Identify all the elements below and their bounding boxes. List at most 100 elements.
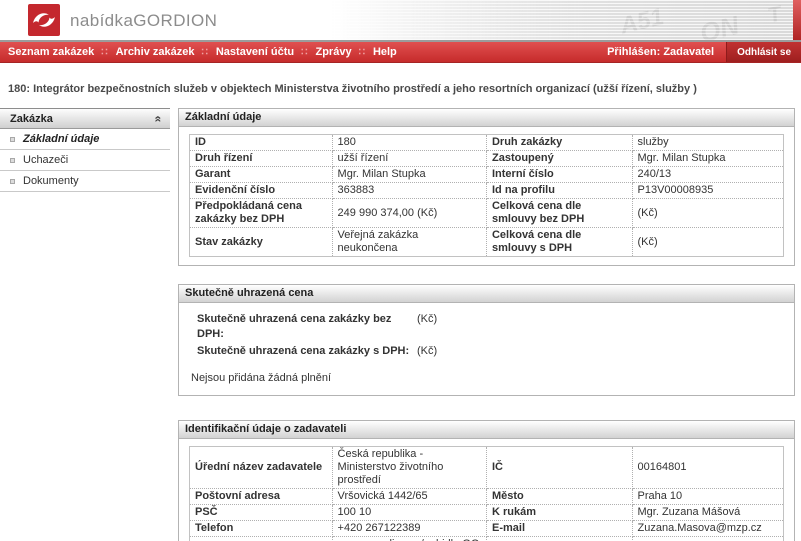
field-label: Město xyxy=(486,489,632,505)
field-value: Zuzana.Masova@mzp.cz xyxy=(632,521,784,537)
field-value: služby xyxy=(632,135,784,151)
field-value: www.mzp.cz xyxy=(632,537,784,541)
field-label: Adresa kupujícího xyxy=(190,537,333,541)
brand-name: nabídkaGORDION xyxy=(70,11,217,31)
sidebar-item-uchazeci[interactable]: Uchazeči xyxy=(0,150,170,171)
field-value: 180 xyxy=(332,135,486,151)
field-label: Skutečně uhrazená cena zakázky s DPH: xyxy=(197,344,417,359)
field-label: Předpokládaná cena zakázky bez DPH xyxy=(190,199,333,228)
bullet-icon xyxy=(10,179,15,184)
table-row: Stav zakázky Veřejná zakázka neukončena … xyxy=(190,228,784,257)
panel-zakladni-udaje: Základní údaje ID 180 Druh zakázky služb… xyxy=(178,108,795,266)
field-label: Poštovní adresa xyxy=(190,489,333,505)
nav-item-zpravy[interactable]: Zprávy xyxy=(315,46,351,58)
table-row: ID 180 Druh zakázky služby xyxy=(190,135,784,151)
panel-title: Skutečně uhrazená cena xyxy=(179,285,794,303)
banner-red-strip xyxy=(793,0,801,40)
main-navbar: Seznam zakázek Archiv zakázek Nastavení … xyxy=(0,42,801,63)
bullet-icon xyxy=(10,137,15,142)
field-value: 249 990 374,00 (Kč) xyxy=(332,199,486,228)
field-label: Obecná adresa xyxy=(486,537,632,541)
sidebar: Zakázka Základní údaje Uchazeči Dokument… xyxy=(0,108,170,192)
gordion-logo-icon[interactable] xyxy=(28,4,60,36)
sidebar-item-dokumenty[interactable]: Dokumenty xyxy=(0,171,170,192)
panel-identifikacni-udaje: Identifikační údaje o zadavateli Úřední … xyxy=(178,420,795,541)
table-row: Telefon +420 267122389 E-mail Zuzana.Mas… xyxy=(190,521,784,537)
field-label: Druh řízení xyxy=(190,151,333,167)
main-column: Základní údaje ID 180 Druh zakázky služb… xyxy=(178,108,795,541)
nav-separator-icon xyxy=(301,47,308,58)
nav-separator-icon xyxy=(201,47,208,58)
sidebar-item-label: Uchazeči xyxy=(23,154,68,166)
field-label: PSČ xyxy=(190,505,333,521)
field-value: 100 10 xyxy=(332,505,486,521)
page-title: 180: Integrátor bezpečnostních služeb v … xyxy=(8,83,793,95)
field-label: Skutečně uhrazená cena zakázky bez DPH: xyxy=(197,312,417,342)
table-row: Adresa kupujícího www.egordion.cz/nabidk… xyxy=(190,537,784,541)
table-row: Druh řízení užší řízení Zastoupený Mgr. … xyxy=(190,151,784,167)
banner-texture xyxy=(328,0,793,40)
field-value: 240/13 xyxy=(632,167,784,183)
field-value: Veřejná zakázka neukončena xyxy=(332,228,486,257)
basic-info-table: ID 180 Druh zakázky služby Druh řízení u… xyxy=(189,134,784,257)
login-status: Přihlášen: Zadavatel xyxy=(607,46,714,58)
field-label: Druh zakázky xyxy=(486,135,632,151)
field-value: (Kč) xyxy=(632,228,784,257)
table-row: Poštovní adresa Vršovická 1442/65 Město … xyxy=(190,489,784,505)
sidebar-item-label: Základní údaje xyxy=(23,133,99,145)
field-label: ID xyxy=(190,135,333,151)
field-value: Mgr. Milan Stupka xyxy=(632,151,784,167)
nav-item-archiv-zakazek[interactable]: Archiv zakázek xyxy=(116,46,195,58)
field-value: Česká republika - Ministerstvo životního… xyxy=(332,447,486,489)
collapse-chevron-icon[interactable] xyxy=(153,115,165,122)
field-label: Telefon xyxy=(190,521,333,537)
field-label: IČ xyxy=(486,447,632,489)
table-row: Evidenční číslo 363883 Id na profilu P13… xyxy=(190,183,784,199)
field-label: Interní číslo xyxy=(486,167,632,183)
field-value: Mgr. Zuzana Mášová xyxy=(632,505,784,521)
field-value: (Kč) xyxy=(632,199,784,228)
app-header: A51 ON T nabídkaGORDION xyxy=(0,0,801,40)
sidebar-group-zakazka[interactable]: Zakázka xyxy=(0,109,170,129)
panel-title: Základní údaje xyxy=(179,109,794,127)
field-value: www.egordion.cz/nabidkaGORDION/profilMZP xyxy=(332,537,486,541)
paid-line: Skutečně uhrazená cena zakázky s DPH: (K… xyxy=(197,344,784,359)
nav-item-seznam-zakazek[interactable]: Seznam zakázek xyxy=(8,46,94,58)
field-value: P13V00008935 xyxy=(632,183,784,199)
nav-item-help[interactable]: Help xyxy=(373,46,397,58)
contracting-authority-table: Úřední název zadavatele Česká republika … xyxy=(189,446,784,541)
logout-button[interactable]: Odhlásit se xyxy=(726,42,801,62)
field-value: (Kč) xyxy=(417,312,437,342)
table-row: PSČ 100 10 K rukám Mgr. Zuzana Mášová xyxy=(190,505,784,521)
nav-separator-icon xyxy=(101,47,108,58)
sidebar-item-label: Dokumenty xyxy=(23,175,79,187)
paid-line: Skutečně uhrazená cena zakázky bez DPH: … xyxy=(197,312,784,342)
nav-item-nastaveni-uctu[interactable]: Nastavení účtu xyxy=(216,46,294,58)
field-value: 00164801 xyxy=(632,447,784,489)
field-label: Úřední název zadavatele xyxy=(190,447,333,489)
field-label: Id na profilu xyxy=(486,183,632,199)
field-value: Mgr. Milan Stupka xyxy=(332,167,486,183)
field-label: Celková cena dle smlouvy bez DPH xyxy=(486,199,632,228)
nav-separator-icon xyxy=(359,47,366,58)
field-value: Vršovická 1442/65 xyxy=(332,489,486,505)
field-value: Praha 10 xyxy=(632,489,784,505)
field-value: 363883 xyxy=(332,183,486,199)
table-row: Garant Mgr. Milan Stupka Interní číslo 2… xyxy=(190,167,784,183)
empty-note: Nejsou přidána žádná plnění xyxy=(191,371,784,385)
content-area: Zakázka Základní údaje Uchazeči Dokument… xyxy=(0,108,801,541)
bullet-icon xyxy=(10,158,15,163)
field-label: E-mail xyxy=(486,521,632,537)
field-value: (Kč) xyxy=(417,344,437,359)
table-row: Předpokládaná cena zakázky bez DPH 249 9… xyxy=(190,199,784,228)
sidebar-item-zakladni-udaje[interactable]: Základní údaje xyxy=(0,129,170,150)
field-value: užší řízení xyxy=(332,151,486,167)
field-label: Evidenční číslo xyxy=(190,183,333,199)
sidebar-group-label: Zakázka xyxy=(10,113,53,125)
field-label: Garant xyxy=(190,167,333,183)
field-label: K rukám xyxy=(486,505,632,521)
table-row: Úřední název zadavatele Česká republika … xyxy=(190,447,784,489)
field-label: Celková cena dle smlouvy s DPH xyxy=(486,228,632,257)
field-label: Stav zakázky xyxy=(190,228,333,257)
panel-skutecne-uhrazena-cena: Skutečně uhrazená cena Skutečně uhrazená… xyxy=(178,284,795,396)
